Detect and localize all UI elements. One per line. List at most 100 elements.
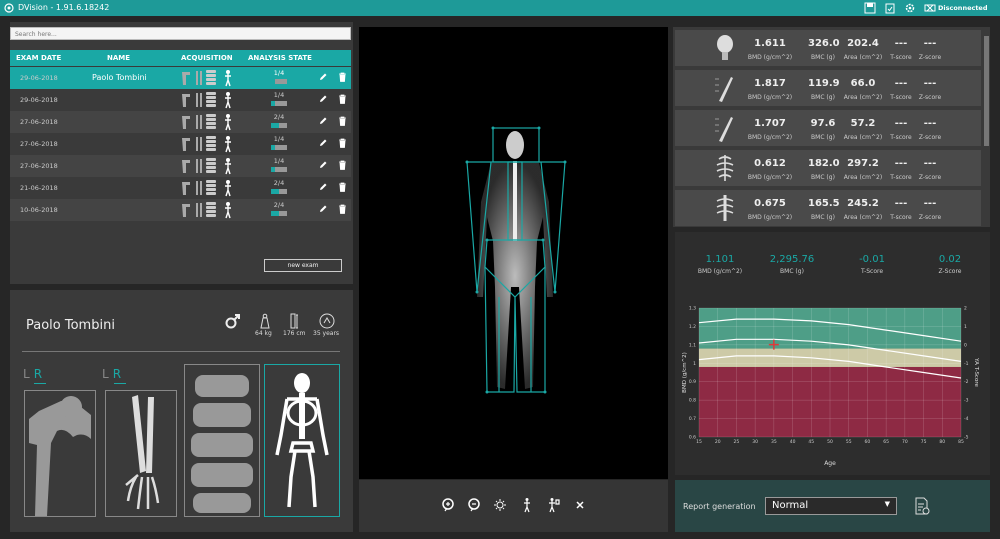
x-tick-label: 20: [715, 439, 721, 445]
summary-bmc: 2,295.76: [769, 254, 815, 265]
side-right[interactable]: R: [113, 367, 121, 381]
acquisition-thumbnails: [182, 92, 231, 109]
settings-gear-icon[interactable]: [904, 2, 916, 14]
zoom-out-icon[interactable]: [467, 497, 481, 513]
exam-row[interactable]: 27-06-2018 1/4: [10, 133, 351, 155]
exam-row[interactable]: 27-06-2018 1/4: [10, 155, 351, 177]
y-tick-label: 1.2: [689, 324, 696, 330]
acquisition-thumbnails: [182, 70, 231, 87]
forearm-side-selector[interactable]: LR: [102, 367, 121, 381]
window-title: DVision - 1.91.6.18242: [18, 3, 110, 12]
region-result-row[interactable]: 0.612 BMD (g/cm^2) 182.0 BMC (g) 297.2 Area (…: [675, 150, 981, 186]
exam-date: 29-06-2018: [20, 96, 58, 104]
edit-pencil-icon[interactable]: [318, 116, 328, 126]
header-analysis-state: ANALYSIS STATE: [248, 54, 312, 62]
result-bmd: 1.611: [754, 38, 786, 49]
edit-pencil-icon[interactable]: [318, 160, 328, 170]
connection-status: Disconnected: [938, 4, 988, 12]
femur-side-selector[interactable]: LR: [23, 367, 42, 381]
whole-body-acquisition-tile[interactable]: [264, 364, 340, 517]
acquisition-thumbnails: [182, 158, 231, 175]
exam-row[interactable]: 29-06-2018 1/4: [10, 89, 351, 111]
exam-row[interactable]: 29-06-2018 Paolo Tombini 1/4: [10, 67, 351, 89]
result-bmc: 97.6: [810, 118, 836, 129]
exam-date: 27-06-2018: [20, 140, 58, 148]
y2-tick-label: -5: [964, 435, 969, 441]
result-area: 202.4: [847, 38, 879, 49]
delete-trash-icon[interactable]: [338, 160, 347, 170]
analysis-progress-bar: [271, 167, 287, 172]
analysis-state: 2/4: [273, 113, 285, 121]
region-result-row[interactable]: 1.611 BMD (g/cm^2) 326.0 BMC (g) 202.4 Area (…: [675, 30, 981, 66]
exam-row[interactable]: 27-06-2018 2/4: [10, 111, 351, 133]
spine-acquisition-tile[interactable]: [184, 364, 260, 517]
zoom-in-icon[interactable]: [441, 497, 455, 513]
search-input[interactable]: Search here...: [10, 27, 351, 40]
result-zscore: ---: [923, 118, 937, 129]
height-icon: [290, 313, 298, 329]
report-type-select[interactable]: Normal ▼: [765, 497, 897, 515]
summary-bmc-label: BMC (g): [780, 268, 804, 275]
delete-trash-icon[interactable]: [338, 72, 347, 82]
selected-side-underline: [114, 383, 126, 384]
side-left[interactable]: L: [102, 367, 109, 381]
save-icon[interactable]: [864, 2, 876, 14]
scan-viewer[interactable]: [359, 27, 668, 479]
edit-pencil-icon[interactable]: [318, 94, 328, 104]
acquisition-thumbnails: [182, 180, 231, 197]
side-left[interactable]: L: [23, 367, 30, 381]
delete-trash-icon[interactable]: [338, 116, 347, 126]
result-bmd: 0.612: [754, 158, 786, 169]
x-tick-label: 50: [827, 439, 833, 445]
ribs-icon: [716, 155, 734, 181]
forearm-acquisition-tile[interactable]: [105, 390, 177, 517]
exam-patient-name: Paolo Tombini: [92, 73, 147, 82]
analysis-state: 1/4: [273, 135, 285, 143]
y2-axis-label: YA T-Score: [973, 357, 979, 387]
side-right[interactable]: R: [34, 367, 42, 381]
edit-pencil-icon[interactable]: [318, 204, 328, 214]
result-area: 245.2: [847, 198, 879, 209]
brightness-icon[interactable]: [493, 497, 507, 513]
body-icon[interactable]: [520, 497, 534, 513]
result-zscore-label: Z-score: [918, 214, 942, 221]
analysis-progress-bar: [271, 189, 287, 194]
delete-trash-icon[interactable]: [338, 204, 347, 214]
whole-body-scan: [465, 126, 567, 394]
femur-acquisition-tile[interactable]: [24, 390, 96, 517]
patient-weight: 64 kg: [255, 330, 272, 337]
analysis-state: 1/4: [273, 157, 285, 165]
summary-tscore-label: T-Score: [860, 268, 884, 275]
result-zscore-label: Z-score: [918, 54, 942, 61]
body-regions-icon[interactable]: [546, 497, 560, 513]
summary-zscore-label: Z-Score: [938, 268, 962, 275]
results-scrollbar[interactable]: [984, 36, 989, 146]
delete-trash-icon[interactable]: [338, 94, 347, 104]
connection-icon[interactable]: [924, 2, 936, 14]
header-name: NAME: [107, 54, 131, 62]
x-tick-label: 60: [865, 439, 871, 445]
result-tscore: ---: [894, 158, 908, 169]
patient-name: Paolo Tombini: [26, 318, 115, 333]
result-tscore: ---: [894, 78, 908, 89]
generate-report-icon[interactable]: [914, 497, 930, 515]
clipboard-icon[interactable]: [884, 2, 896, 14]
delete-trash-icon[interactable]: [338, 138, 347, 148]
region-result-row[interactable]: 1.817 BMD (g/cm^2) 119.9 BMC (g) 66.0 Area (c…: [675, 70, 981, 106]
edit-pencil-icon[interactable]: [318, 138, 328, 148]
edit-pencil-icon[interactable]: [318, 182, 328, 192]
exam-table-header: EXAM DATE NAME ACQUISITION ANALYSIS STAT…: [10, 50, 351, 66]
exam-row[interactable]: 10-06-2018 2/4: [10, 199, 351, 221]
exam-row[interactable]: 21-06-2018 2/4: [10, 177, 351, 199]
edit-pencil-icon[interactable]: [318, 72, 328, 82]
y-tick-label: 0.7: [689, 416, 696, 422]
app-logo-icon: [4, 3, 14, 13]
result-bmd: 1.817: [754, 78, 786, 89]
result-area: 57.2: [850, 118, 876, 129]
region-result-row[interactable]: 0.675 BMD (g/cm^2) 165.5 BMC (g) 245.2 Area (…: [675, 190, 981, 226]
report-generation-label: Report generation: [683, 502, 756, 511]
region-result-row[interactable]: 1.707 BMD (g/cm^2) 97.6 BMC (g) 57.2 Area (cm…: [675, 110, 981, 146]
delete-trash-icon[interactable]: [338, 182, 347, 192]
close-icon[interactable]: [573, 497, 587, 513]
new-exam-button[interactable]: new exam: [264, 259, 342, 272]
